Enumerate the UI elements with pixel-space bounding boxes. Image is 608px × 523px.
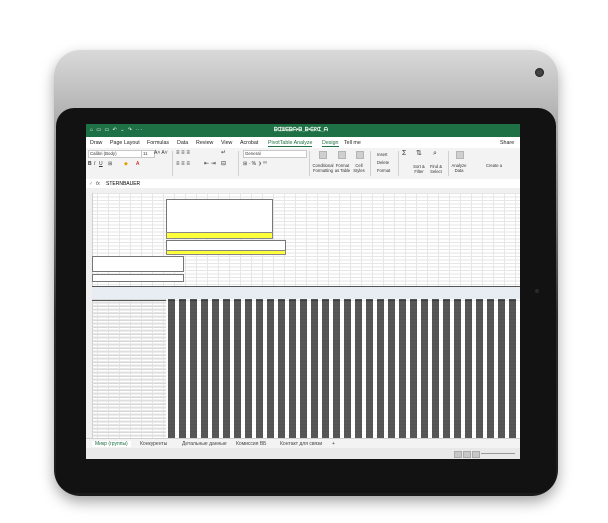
create-pdf-button[interactable]: Create a — [486, 163, 502, 168]
fill-color-icon[interactable]: ◆ — [124, 162, 128, 167]
notes-block[interactable] — [92, 256, 184, 272]
font-name-select[interactable]: Calibri (Body) — [88, 150, 142, 158]
format-cells-button[interactable]: Format — [377, 168, 390, 173]
document-title: ᗷᗭᗯᗴᗷᗩ•ᗷ_ᗷ•ᗴᖇᗭ_ᗩ — [274, 127, 328, 133]
delete-cells-button[interactable]: Delete — [377, 160, 389, 165]
sheet-tab[interactable]: Детальные данные — [182, 441, 227, 447]
camera-icon — [535, 68, 544, 77]
share-button[interactable]: Share — [500, 140, 514, 146]
format-as-table-icon[interactable] — [338, 151, 346, 159]
separator — [448, 151, 449, 176]
name-column[interactable] — [92, 299, 166, 438]
summary-totals-row[interactable] — [166, 232, 273, 239]
tab-data[interactable]: Data — [177, 140, 188, 146]
zoom-slider[interactable] — [481, 453, 515, 454]
sheet-tab[interactable]: Контакт для связи — [280, 441, 322, 447]
tab-draw[interactable]: Draw — [90, 140, 102, 146]
tab-page-layout[interactable]: Page Layout — [110, 140, 140, 146]
autosum-icon[interactable]: Σ — [402, 150, 406, 157]
tab-design[interactable]: Design — [322, 140, 339, 147]
fx-icon[interactable]: fx — [96, 181, 100, 187]
ribbon-tabs: Draw Page Layout Formulas Data Review Vi… — [86, 137, 520, 148]
ribbon: Calibri (Body) 11 A˄ A˅ B I U ⊞ ◆ A ≡ ≡ … — [86, 148, 520, 180]
font-grow-icon[interactable]: A˄ A˅ — [154, 151, 168, 156]
find-select-icon[interactable]: ⌕ — [433, 150, 437, 157]
status-bar — [86, 448, 520, 459]
conditional-formatting-button[interactable]: Conditional Formatting — [312, 163, 334, 173]
number-format-select[interactable]: General — [243, 150, 307, 158]
sort-filter-button[interactable]: Sort & Filter — [412, 164, 426, 174]
sheet-tab[interactable]: Конкуренты — [140, 441, 167, 447]
separator — [398, 151, 399, 176]
separator — [238, 151, 239, 176]
underline-icon[interactable]: U — [99, 162, 103, 167]
currency-icon[interactable]: ⊞ · % ❩ ⁰⁰ — [243, 162, 267, 167]
font-color-icon[interactable]: A — [136, 162, 139, 167]
sensor-icon — [535, 289, 539, 293]
wrap-text-icon[interactable]: ↵ — [221, 150, 226, 156]
bold-icon[interactable]: B — [88, 162, 92, 167]
merge-icon[interactable]: ⊟ — [221, 161, 226, 167]
page-break-view-icon[interactable] — [472, 451, 480, 458]
tab-pivottable-analyze[interactable]: PivotTable Analyze — [268, 140, 313, 147]
sort-filter-icon[interactable]: ⇅ — [416, 150, 422, 157]
indent-icon[interactable]: ⇤ ⇥ — [204, 161, 216, 167]
notes-block-2[interactable] — [92, 274, 184, 282]
excel-window: ⌂ ▭ ▭ ↶ ⌄ ↷ ··· ᗷᗭᗯᗴᗷᗩ•ᗷ_ᗷ•ᗴᖇᗭ_ᗩ Draw Pa… — [86, 124, 520, 459]
font-size-select[interactable]: 11 — [141, 150, 155, 158]
sheet-tab[interactable]: Микр (группы) — [92, 441, 131, 447]
format-as-table-button[interactable]: Format as Table — [334, 163, 351, 173]
align-icon[interactable]: ≡ ≡ ≡ — [176, 150, 190, 156]
formula-input[interactable]: STERNBAUER — [106, 181, 140, 187]
tab-review[interactable]: Review — [196, 140, 213, 146]
metrics-totals-row[interactable] — [166, 250, 286, 255]
sheet-tab[interactable]: Комиссия ВБ — [236, 441, 266, 447]
title-bar: ⌂ ▭ ▭ ↶ ⌄ ↷ ··· ᗷᗭᗯᗴᗷᗩ•ᗷ_ᗷ•ᗴᖇᗭ_ᗩ — [86, 124, 520, 137]
cell-styles-button[interactable]: Cell Styles — [352, 163, 366, 173]
cell-styles-icon[interactable] — [356, 151, 364, 159]
normal-view-icon[interactable] — [454, 451, 462, 458]
conditional-formatting-icon[interactable] — [319, 151, 327, 159]
italic-icon[interactable]: I — [94, 162, 95, 167]
align-center-icon[interactable]: ≡ ≡ ≡ — [176, 161, 190, 167]
page-layout-view-icon[interactable] — [463, 451, 471, 458]
separator — [172, 151, 173, 176]
cancel-icon[interactable]: ✓ — [89, 181, 93, 187]
tab-acrobat[interactable]: Acrobat — [240, 140, 258, 146]
separator — [309, 151, 310, 176]
borders-icon[interactable]: ⊞ — [108, 162, 112, 167]
find-select-button[interactable]: Find & Select — [429, 164, 443, 174]
analyze-data-button[interactable]: Analyze Data — [450, 163, 468, 173]
tab-view[interactable]: View — [221, 140, 232, 146]
insert-cells-button[interactable]: Insert — [377, 152, 387, 157]
data-table-body[interactable] — [166, 299, 520, 438]
summary-table[interactable] — [166, 199, 273, 234]
analyze-data-icon[interactable] — [456, 151, 464, 159]
separator — [370, 151, 371, 176]
quick-access-toolbar[interactable]: ⌂ ▭ ▭ ↶ ⌄ ↷ ··· — [90, 127, 143, 133]
tab-tell-me[interactable]: Tell me — [344, 140, 361, 146]
tab-formulas[interactable]: Formulas — [147, 140, 169, 146]
add-sheet-button[interactable]: + — [332, 441, 335, 447]
